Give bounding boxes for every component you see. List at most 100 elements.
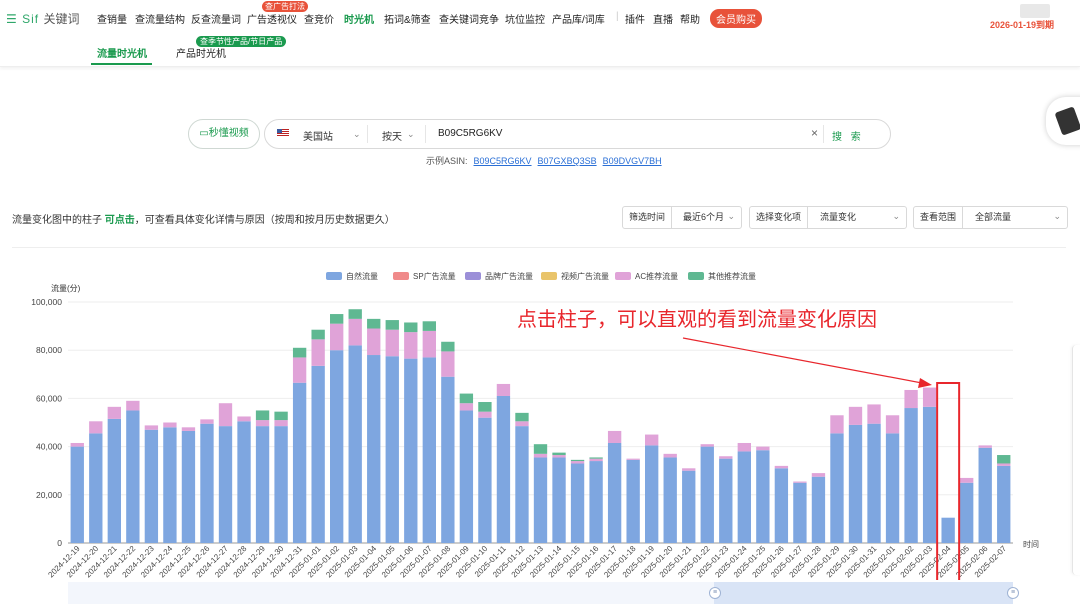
bar-segment[interactable] [922,387,937,407]
bar-segment[interactable] [348,345,362,543]
change-item-filter[interactable]: 选择变化项 流量变化 ⌄ [749,206,907,229]
bar-segment[interactable] [163,427,177,543]
bar-segment[interactable] [737,442,751,452]
bar-segment[interactable] [311,339,325,366]
bar-segment[interactable] [292,357,307,383]
bar-segment[interactable] [719,456,733,459]
bar-segment[interactable] [459,410,474,543]
nav-time-machine[interactable]: 时光机 [344,11,374,26]
bar-segment[interactable] [589,457,603,459]
bar-segment[interactable] [626,458,640,460]
bar-segment[interactable] [237,416,251,422]
bar-segment[interactable] [793,481,807,483]
bar-segment[interactable] [441,376,455,543]
bar-segment[interactable] [441,341,455,352]
bar-segment[interactable] [255,410,270,421]
bar-segment[interactable] [533,444,548,454]
bar-segment[interactable] [607,430,622,443]
bar-segment[interactable] [367,328,381,356]
bar-segment[interactable] [330,314,344,324]
bar-segment[interactable] [830,415,844,434]
bar-segment[interactable] [589,458,603,462]
bar-segment[interactable] [70,446,84,543]
bar-segment[interactable] [144,429,159,543]
bar-segment[interactable] [997,465,1011,543]
nav-ad-insight[interactable]: 广告透视仪 [247,11,297,26]
bar-segment[interactable] [126,400,140,411]
bar-segment[interactable] [663,457,677,543]
bar-segment[interactable] [663,453,677,458]
bar-segment[interactable] [515,421,529,427]
nav-product-library[interactable]: 产品库/词库 [552,11,605,26]
bar-segment[interactable] [478,402,492,412]
site-select[interactable]: 美国站 [303,128,333,143]
nav-live[interactable]: 直播 [653,11,673,26]
bar-segment[interactable] [200,423,214,543]
bar-segment[interactable] [330,350,344,543]
nav-keyword-competition[interactable]: 查关键词竞争 [439,11,499,26]
bar-segment[interactable] [181,430,196,543]
bar-segment[interactable] [978,447,992,543]
bar-segment[interactable] [496,383,511,396]
bar-segment[interactable] [570,463,585,543]
bar-segment[interactable] [385,320,399,330]
bar-segment[interactable] [348,309,362,319]
bar-segment[interactable] [793,482,807,543]
bar-segment[interactable] [311,329,325,340]
bar-segment[interactable] [848,406,863,425]
bar-segment[interactable] [589,461,603,543]
bar-segment[interactable] [126,410,140,543]
bar-segment[interactable] [552,457,566,543]
bar-segment[interactable] [107,406,121,419]
app-logo[interactable]: ☰ Sif 关键词 [6,10,79,27]
bar-segment[interactable] [218,403,233,427]
bar-segment[interactable] [756,446,770,451]
bar-segment[interactable] [89,433,103,543]
nav-sales[interactable]: 查销量 [97,11,127,26]
bar-segment[interactable] [867,423,881,543]
example-asin-link[interactable]: B09C5RG6KV [474,156,532,166]
bar-segment[interactable] [904,408,918,543]
tab-traffic-time-machine[interactable]: 流量时光机 [97,45,147,60]
zoom-handle-right[interactable]: ≡ [1007,587,1019,599]
bar-segment[interactable] [552,455,566,458]
bar-segment[interactable] [292,382,307,543]
bar-segment[interactable] [200,419,214,424]
bar-segment[interactable] [89,421,103,434]
bar-segment[interactable] [422,330,436,358]
zoom-selection[interactable] [714,582,1013,604]
zoom-handle-left[interactable]: ≡ [709,587,721,599]
bar-segment[interactable] [459,393,474,404]
tab-product-time-machine[interactable]: 产品时光机 [176,45,226,60]
bar-segment[interactable] [960,477,974,483]
bar-segment[interactable] [404,358,418,543]
bar-segment[interactable] [552,452,566,456]
bar-segment[interactable] [626,459,640,543]
bar-segment[interactable] [404,332,418,359]
bar-segment[interactable] [570,459,585,462]
bar-segment[interactable] [163,422,177,428]
bar-segment[interactable] [274,411,288,421]
bar-segment[interactable] [960,482,974,543]
bar-segment[interactable] [941,517,955,543]
asin-input[interactable]: B09C5RG6KV [438,128,502,139]
bar-segment[interactable] [385,356,399,543]
bar-segment[interactable] [607,442,622,543]
bar-segment[interactable] [719,458,733,543]
nav-reverse-keywords[interactable]: 反查流量词 [191,11,241,26]
vip-purchase-button[interactable]: 会员购买 [710,9,762,28]
bar-segment[interactable] [292,347,307,358]
bar-segment[interactable] [774,465,789,469]
bar-segment[interactable] [404,322,418,333]
bar-segment[interactable] [700,444,714,447]
bar-segment[interactable] [774,468,789,543]
bar-segment[interactable] [645,445,659,543]
bar-segment[interactable] [682,470,696,543]
bar-segment[interactable] [422,321,436,331]
bar-segment[interactable] [830,433,844,543]
bar-segment[interactable] [181,427,196,431]
granularity-select[interactable]: 按天 [382,128,402,143]
bar-segment[interactable] [885,415,900,434]
bar-segment[interactable] [237,421,251,543]
bar-segment[interactable] [997,463,1011,466]
